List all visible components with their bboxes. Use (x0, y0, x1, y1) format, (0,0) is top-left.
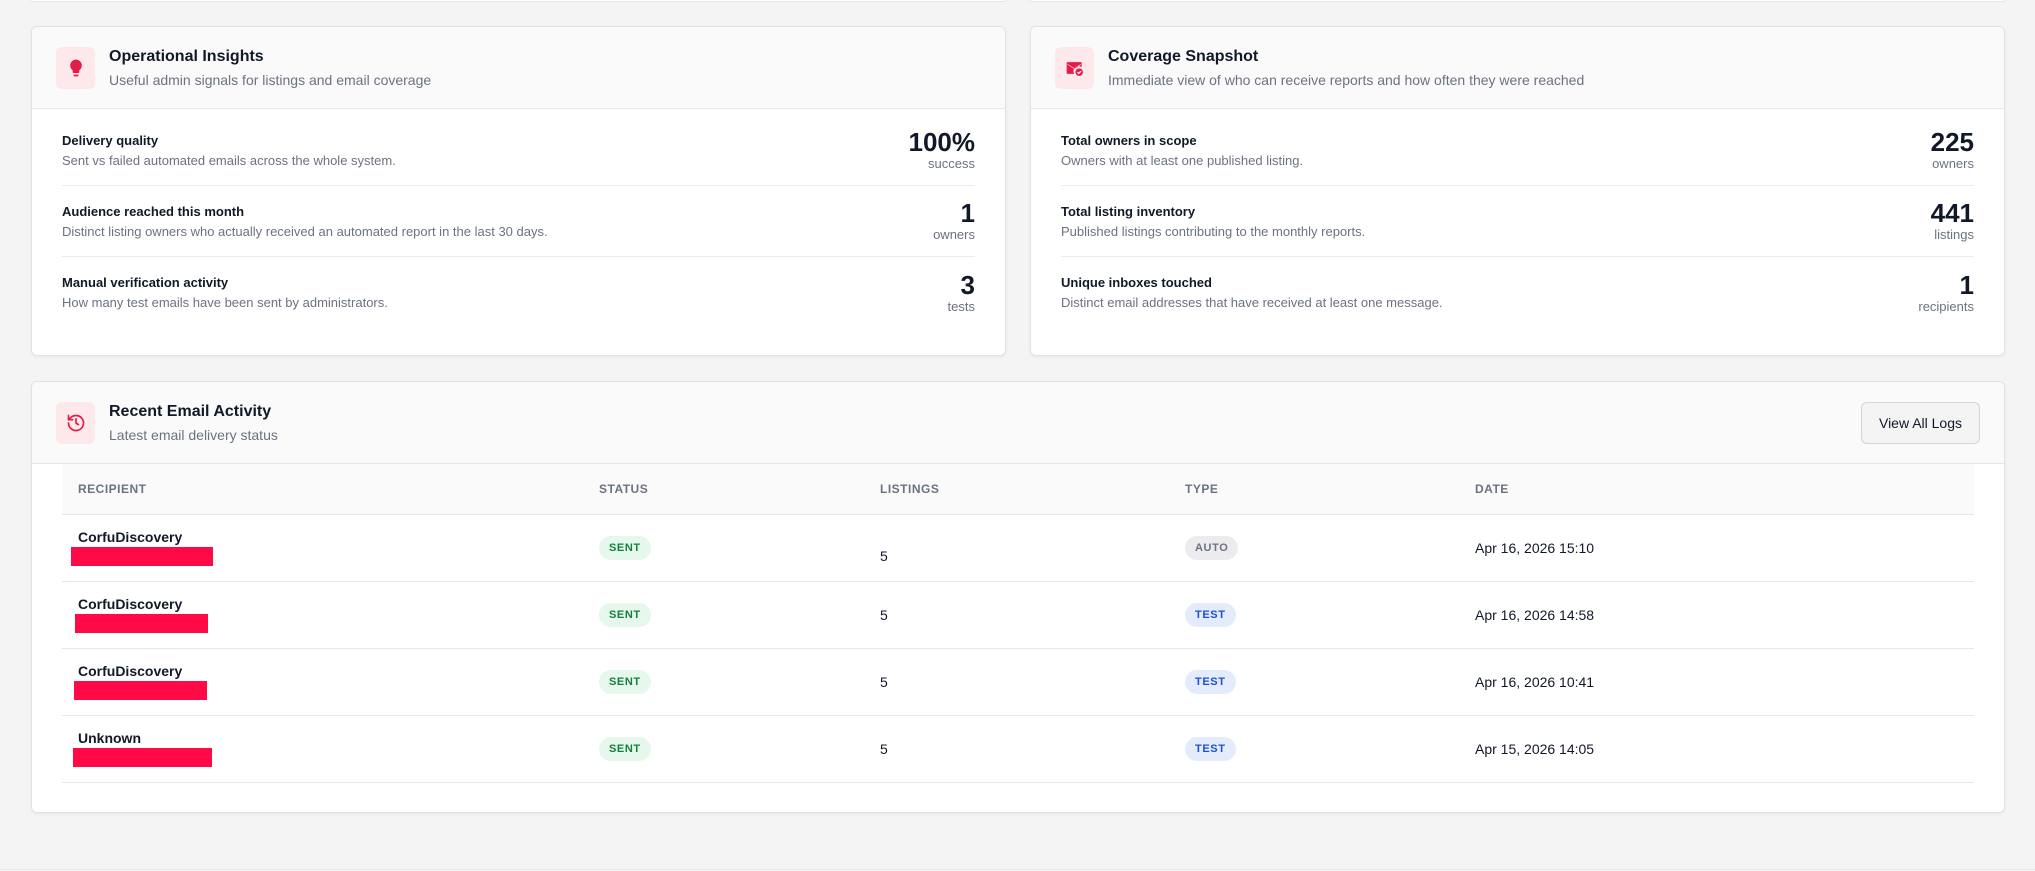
metrics-list: Total owners in scope Owners with at lea… (1031, 109, 2004, 328)
metrics-list: Delivery quality Sent vs failed automate… (32, 109, 1005, 328)
metric-delivery-quality: Delivery quality Sent vs failed automate… (62, 115, 975, 186)
metric-manual-verification: Manual verification activity How many te… (62, 257, 975, 328)
column-header-status[interactable]: STATUS (599, 464, 880, 515)
metric-unit: owners (933, 227, 975, 242)
footer-divider (0, 869, 2035, 870)
metric-unit: success (928, 156, 975, 171)
date-cell: Apr 16, 2026 14:58 (1475, 581, 1974, 649)
coverage-snapshot-card: Coverage Snapshot Immediate view of who … (1030, 26, 2005, 356)
mail-check-icon (1055, 46, 1094, 89)
card-header: Operational Insights Useful admin signal… (32, 27, 1005, 109)
view-all-logs-button[interactable]: View All Logs (1860, 402, 1980, 444)
metric-listing-inventory: Total listing inventory Published listin… (1061, 186, 1974, 257)
email-activity-table: RECIPIENT STATUS LISTINGS TYPE DATE Corf… (62, 464, 1974, 783)
table-row[interactable]: CorfuDiscovery SENT 5 TEST Apr 16, 2026 … (62, 648, 1974, 716)
operational-insights-card: Operational Insights Useful admin signal… (31, 26, 1006, 356)
recipient-name: CorfuDiscovery (78, 529, 183, 545)
metric-value: 3 (960, 269, 975, 300)
metric-unit: tests (947, 298, 975, 314)
redacted-email (71, 547, 213, 566)
card-title: Coverage Snapshot (1108, 47, 1259, 65)
metric-title: Delivery quality (62, 132, 159, 148)
card-title: Operational Insights (109, 47, 264, 65)
metric-value: 225 (1930, 127, 1974, 157)
listings-count: 5 (880, 547, 888, 564)
status-badge: SENT (599, 602, 651, 627)
dashboard-page: Operational Insights Useful admin signal… (0, 0, 2035, 871)
column-header-recipient[interactable]: RECIPIENT (62, 464, 599, 515)
metric-unique-inboxes: Unique inboxes touched Distinct email ad… (1061, 257, 1974, 328)
metric-title: Audience reached this month (62, 203, 245, 219)
metric-value: 1 (960, 198, 975, 228)
table-row[interactable]: CorfuDiscovery SENT 5 AUTO Apr 16, 2026 … (62, 514, 1974, 582)
metric-description: How many test emails have been sent by a… (62, 295, 388, 310)
card-subtitle: Immediate view of who can receive report… (1108, 71, 1585, 88)
metric-value: 100% (908, 127, 976, 157)
status-badge: SENT (599, 669, 651, 694)
recipient-name: Unknown (78, 730, 141, 746)
metric-description: Published listings contributing to the m… (1061, 223, 1366, 239)
recipient-name: CorfuDiscovery (78, 663, 183, 679)
type-badge: TEST (1185, 736, 1236, 761)
metric-title: Total listing inventory (1061, 203, 1196, 219)
metric-total-owners: Total owners in scope Owners with at lea… (1061, 115, 1974, 186)
recent-email-activity-card: Recent Email Activity Latest email deliv… (31, 381, 2005, 813)
status-badge: SENT (599, 535, 651, 560)
date-cell: Apr 16, 2026 10:41 (1475, 648, 1974, 716)
listings-count: 5 (880, 648, 1185, 716)
column-header-listings[interactable]: LISTINGS (880, 464, 1185, 515)
redacted-email (75, 614, 208, 633)
previous-card-bottom (31, 0, 1006, 2)
column-header-type[interactable]: TYPE (1185, 464, 1475, 515)
metric-description: Owners with at least one published listi… (1061, 152, 1304, 168)
metric-title: Manual verification activity (62, 275, 229, 290)
metric-description: Distinct listing owners who actually rec… (62, 223, 548, 239)
table-row[interactable]: CorfuDiscovery SENT 5 TEST Apr 16, 2026 … (62, 581, 1974, 649)
card-title: Recent Email Activity (109, 402, 272, 420)
type-badge: TEST (1185, 669, 1236, 694)
metric-title: Unique inboxes touched (1061, 275, 1212, 290)
metric-description: Sent vs failed automated emails across t… (62, 152, 396, 168)
metric-unit: listings (1934, 227, 1974, 242)
card-header: Recent Email Activity Latest email deliv… (32, 382, 2004, 464)
recipient-name: CorfuDiscovery (78, 596, 183, 612)
listings-count: 5 (880, 715, 1185, 783)
status-badge: SENT (599, 736, 651, 761)
type-badge: AUTO (1185, 535, 1239, 560)
metric-title: Total owners in scope (1061, 132, 1197, 148)
date-cell: Apr 16, 2026 15:10 (1475, 514, 1974, 582)
previous-card-bottom (1030, 0, 2005, 2)
redacted-email (73, 748, 212, 767)
card-subtitle: Useful admin signals for listings and em… (109, 71, 432, 88)
metric-audience-reached: Audience reached this month Distinct lis… (62, 186, 975, 257)
lightbulb-icon (56, 46, 95, 89)
date-cell: Apr 15, 2026 14:05 (1475, 715, 1974, 783)
metric-value: 441 (1930, 198, 1974, 228)
redacted-email (74, 681, 207, 700)
table-row[interactable]: Unknown SENT 5 TEST Apr 15, 2026 14:05 (62, 715, 1974, 783)
metric-unit: recipients (1918, 298, 1974, 314)
type-badge: TEST (1185, 602, 1236, 627)
listings-count: 5 (880, 581, 1185, 649)
metric-unit: owners (1932, 156, 1974, 171)
card-header: Coverage Snapshot Immediate view of who … (1031, 27, 2004, 109)
column-header-date[interactable]: DATE (1475, 464, 1974, 515)
history-icon (56, 401, 95, 444)
metric-value: 1 (1959, 269, 1974, 300)
metric-description: Distinct email addresses that have recei… (1061, 295, 1443, 310)
table-header-row: RECIPIENT STATUS LISTINGS TYPE DATE (62, 464, 1974, 515)
card-subtitle: Latest email delivery status (109, 426, 278, 443)
